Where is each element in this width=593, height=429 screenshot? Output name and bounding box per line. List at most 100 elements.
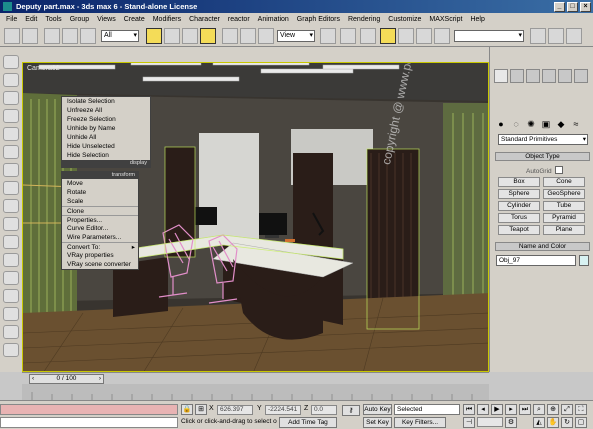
mirror-icon[interactable] [530,28,546,44]
select-object-icon[interactable] [146,28,162,44]
move-icon[interactable] [222,28,238,44]
cone-button[interactable]: Cone [543,177,585,187]
tool-icon[interactable] [3,199,19,213]
x-coord-field[interactable]: 626.397 [217,405,253,415]
auto-key-button[interactable]: Auto Key [363,404,392,415]
name-and-color-rollout-title[interactable]: Name and Color [495,242,590,251]
time-slider-thumb[interactable]: ‹ 0 / 100 › [29,374,104,384]
zoom-extents-all-icon[interactable]: ⛶ [575,404,587,415]
reactor-tool-icon[interactable] [3,55,19,69]
object-color-swatch[interactable] [579,255,589,266]
tool-icon[interactable] [3,325,19,339]
tool-icon[interactable] [3,289,19,303]
space-warps-icon[interactable]: ≈ [570,118,582,130]
tool-icon[interactable] [3,73,19,87]
key-mode-dropdown[interactable]: Selected [394,404,460,415]
scale-icon[interactable] [258,28,274,44]
object-type-rollout-title[interactable]: Object Type [495,152,590,161]
tab-motion-icon[interactable] [542,69,556,83]
select-by-name-icon[interactable] [164,28,180,44]
tab-utilities-icon[interactable] [574,69,588,83]
menu-customize[interactable]: Customize [384,16,425,23]
tab-hierarchy-icon[interactable] [526,69,540,83]
tool-icon[interactable] [3,163,19,177]
geometry-icon[interactable]: ● [495,118,507,130]
zoom-icon[interactable]: ⌕ [533,404,545,415]
torus-button[interactable]: Torus [498,213,540,223]
tool-icon[interactable] [3,127,19,141]
object-name-field[interactable]: Obj_97 [496,255,576,266]
pivot-center-icon[interactable] [320,28,336,44]
geosphere-button[interactable]: GeoSphere [543,189,585,199]
lights-icon[interactable]: ✺ [525,118,537,130]
absolute-mode-icon[interactable]: ⊞ [195,404,207,415]
key-icon[interactable]: ⚷ [342,405,360,416]
box-button[interactable]: Box [498,177,540,187]
lock-selection-icon[interactable]: 🔒 [181,404,193,415]
key-mode-toggle-icon[interactable]: ⊣ [463,417,475,428]
tool-icon[interactable] [3,145,19,159]
plane-button[interactable]: Plane [543,225,585,235]
menu-item-convert-to[interactable]: Convert To: ▸ [62,242,138,251]
render-icon[interactable] [566,28,582,44]
time-config-icon[interactable]: ⚙ [505,417,517,428]
menu-item-scale[interactable]: Scale [62,197,138,206]
primitive-type-dropdown[interactable]: Standard Primitives [498,134,588,145]
tool-icon[interactable] [3,253,19,267]
cylinder-button[interactable]: Cylinder [498,201,540,211]
named-selection-sets-dropdown[interactable] [454,30,524,42]
menu-help[interactable]: Help [466,16,488,23]
y-coord-field[interactable]: -2224.541 [265,405,301,415]
menu-item-wire-parameters[interactable]: Wire Parameters... [62,233,138,242]
menu-reactor[interactable]: reactor [224,16,254,23]
pyramid-button[interactable]: Pyramid [543,213,585,223]
menu-item-unhide-by-name[interactable]: Unhide by Name [62,124,150,133]
zoom-all-icon[interactable]: ⊕ [547,404,559,415]
redo-icon[interactable] [22,28,38,44]
autogrid-checkbox[interactable]: AutoGrid [526,166,563,175]
menu-item-curve-editor[interactable]: Curve Editor... [62,224,138,233]
menu-rendering[interactable]: Rendering [344,16,384,23]
unlink-icon[interactable] [62,28,78,44]
menu-item-vray-scene-converter[interactable]: VRay scene converter [62,260,138,269]
maxscript-input-mini[interactable] [0,417,178,428]
menu-item-unfreeze-all[interactable]: Unfreeze All [62,106,150,115]
rotate-icon[interactable] [240,28,256,44]
menu-create[interactable]: Create [120,16,149,23]
cameras-icon[interactable]: ▣ [540,118,552,130]
menu-item-freeze-selection[interactable]: Freeze Selection [62,115,150,124]
tool-icon[interactable] [3,343,19,357]
track-bar[interactable] [22,384,489,400]
menu-item-rotate[interactable]: Rotate [62,188,138,197]
viewport-label[interactable]: Camera02 [27,65,60,72]
helpers-icon[interactable]: ◆ [555,118,567,130]
pan-icon[interactable]: ✋ [547,417,559,428]
key-filters-button[interactable]: Key Filters... [394,417,446,428]
tube-button[interactable]: Tube [543,201,585,211]
z-coord-field[interactable]: 0.0 [311,405,337,415]
menu-views[interactable]: Views [93,16,120,23]
menu-modifiers[interactable]: Modifiers [149,16,185,23]
zoom-extents-icon[interactable]: ⤢ [561,404,573,415]
current-frame-field[interactable] [477,417,503,427]
tool-icon[interactable] [3,217,19,231]
tool-icon[interactable] [3,271,19,285]
window-crossing-icon[interactable] [200,28,216,44]
prev-frame-button-icon[interactable]: ◂ [477,404,489,415]
maximize-button[interactable]: □ [567,1,578,12]
menu-file[interactable]: File [2,16,21,23]
undo-icon[interactable] [4,28,20,44]
percent-snap-icon[interactable] [398,28,414,44]
bind-space-warp-icon[interactable] [80,28,96,44]
tool-icon[interactable] [3,109,19,123]
sphere-button[interactable]: Sphere [498,189,540,199]
tool-icon[interactable] [3,91,19,105]
select-manipulate-icon[interactable] [340,28,356,44]
named-selection-icon[interactable] [434,28,450,44]
shapes-icon[interactable]: ◌ [510,118,522,130]
menu-item-unhide-all[interactable]: Unhide All [62,133,150,142]
maxscript-listener-mini[interactable] [0,404,178,415]
tab-display-icon[interactable] [558,69,572,83]
go-to-start-icon[interactable]: ⏮ [463,404,475,415]
add-time-tag-button[interactable]: Add Time Tag [279,417,337,428]
